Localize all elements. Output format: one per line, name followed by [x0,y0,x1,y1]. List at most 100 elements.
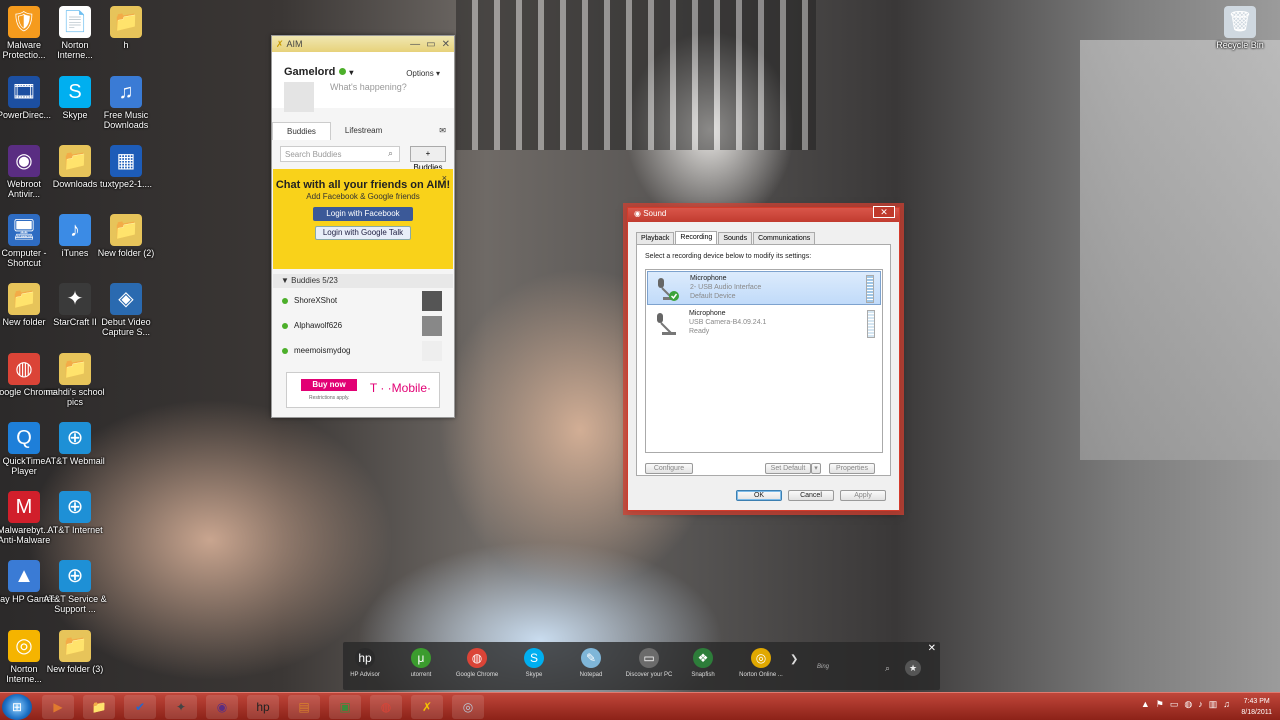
taskbar-item[interactable]: ▤ [288,695,320,719]
favorites-star-icon[interactable]: ★ [905,660,921,676]
promo-close-button[interactable]: × [442,173,447,183]
dock-item[interactable]: ◍ Google Chrome [447,648,507,678]
taskbar-item[interactable]: ◎ [452,695,484,719]
buddy-item[interactable]: meemoismydog [282,340,442,362]
dock-item[interactable]: hp HP Advisor [335,648,395,678]
start-button[interactable]: ⊞ [2,694,32,720]
taskbar-item[interactable]: 📁 [83,695,115,719]
device-status: Default Device [690,293,736,300]
desktop-icon[interactable]: ⊕ AT&T Internet [43,491,107,535]
dock-item-label: Google Chrome [455,672,499,678]
chrome-icon: ◍ [380,700,392,714]
search-icon[interactable]: ⌕ [885,663,890,674]
dock-more-arrow[interactable]: ❯ [790,654,798,665]
taskbar-item[interactable]: ▣ [329,695,361,719]
malware-protection-icon: 🛡 [8,6,40,38]
desktop-icon[interactable]: ▦ tuxtype2-1.... [94,145,158,189]
desktop-icon[interactable]: ⊕ AT&T Webmail [43,422,107,466]
tray-icon[interactable]: ▭ [1170,699,1179,710]
tab-buddies[interactable]: Buddies [272,122,331,140]
dock-item[interactable]: μ utorrent [391,648,451,678]
tmobile-ad[interactable]: Buy now Restrictions apply. T · ·Mobile· [286,372,440,408]
status-message-input[interactable]: What's happening? [322,80,442,96]
dock-item[interactable]: ❖ Snapfish [673,648,733,678]
tab-lifestream[interactable]: Lifestream [331,122,396,140]
device-name: Microphone [690,275,727,282]
taskbar-item[interactable]: ▶ [42,695,74,719]
buddy-search-input[interactable]: Search Buddies [280,146,400,162]
taskbar-item[interactable]: ✦ [165,695,197,719]
sound-title-bar[interactable]: ◉ Sound ✕ [628,206,899,222]
sound-dialog-title: Sound [643,209,667,218]
clock[interactable]: 7:43 PM 8/18/2011 [1241,696,1272,718]
desktop-icon[interactable]: ⊕ AT&T Service & Support ... [43,560,107,614]
cancel-button[interactable]: Cancel [788,490,834,501]
dock-item[interactable]: ✎ Notepad [561,648,621,678]
desktop-icon[interactable]: 📁 New folder (3) [43,630,107,674]
file-manager-icon: ▤ [298,700,310,714]
close-button[interactable]: ✕ [442,39,450,50]
tray-icon[interactable]: ⚑ [1156,699,1164,710]
online-status-icon[interactable] [339,68,347,75]
desktop-icon-label: Computer - Shortcut [1,248,47,268]
taskbar-item[interactable]: ◍ [370,695,402,719]
desktop-icon-label: Webroot Antivir... [7,179,41,199]
taskbar-item[interactable]: ✔ [124,695,156,719]
desktop-icon[interactable]: 📁 mahdi's school pics [43,353,107,407]
device-detail: 2- USB Audio Interface [690,284,762,291]
ok-button[interactable]: OK [736,490,782,501]
minimize-button[interactable]: — [410,39,420,50]
desktop-icon[interactable]: 📁 New folder (2) [94,214,158,258]
tray-icon[interactable]: ▥ [1209,699,1218,710]
set-default-dropdown[interactable]: ▾ [811,463,821,474]
buddy-item[interactable]: ShoreXShot [282,290,442,312]
desktop-icon[interactable]: 📁 h [94,6,158,50]
properties-button[interactable]: Properties [829,463,875,474]
avatar[interactable] [284,82,314,112]
desktop-icon-label: tuxtype2-1.... [99,179,153,189]
search-icon[interactable]: ⌕ [388,148,393,159]
desktop-icon[interactable]: 🗑 Recycle Bin [1208,6,1272,50]
dock-item[interactable]: ▭ Discover your PC [619,648,679,678]
device-item[interactable]: Microphone 2- USB Audio Interface Defaul… [647,271,881,305]
bing-search-input[interactable]: Bing [817,664,893,676]
microphone-icon [657,313,676,335]
dock-item[interactable]: S Skype [504,648,564,678]
username[interactable]: Gamelord ▾ [284,66,353,78]
tray-icon[interactable]: ♪ [1198,699,1203,710]
dock-item-label: Norton Online ... [739,672,783,678]
close-button[interactable]: ✕ [873,206,895,218]
mail-icon[interactable]: ✉ [431,122,454,140]
camera-app-icon: ▣ [339,700,351,714]
options-menu[interactable]: Options ▾ [406,69,440,78]
tray-icon[interactable]: ▲ [1141,699,1150,710]
set-default-button[interactable]: Set Default [765,463,811,474]
taskbar-item[interactable]: ◉ [206,695,238,719]
tray-icon[interactable]: ♫ [1223,699,1230,710]
buddies-group-header[interactable]: ▼ Buddies 5/23 [273,274,453,288]
aim-window-title: AIM [286,39,303,49]
configure-button[interactable]: Configure [645,463,693,474]
aim-title-bar[interactable]: ✗ AIM — ▭ ✕ [272,36,454,52]
apply-button[interactable]: Apply [840,490,886,501]
taskbar-item[interactable]: hp [247,695,279,719]
buy-now-button[interactable]: Buy now [301,379,357,391]
dock-item[interactable]: ◎ Norton Online ... [731,648,791,678]
login-google-talk-button[interactable]: Login with Google Talk [315,226,411,240]
add-buddies-button[interactable]: + Buddies [410,146,446,172]
maximize-button[interactable]: ▭ [426,39,435,50]
tab-recording[interactable]: Recording [675,231,718,244]
desktop-icon[interactable]: ♫ Free Music Downloads [94,76,158,130]
device-item[interactable]: Microphone USB Camera-B4.09.24.1 Ready [647,307,881,341]
login-facebook-button[interactable]: Login with Facebook [313,207,413,221]
dock-close-button[interactable]: ✕ [928,643,936,654]
taskbar-item[interactable]: ✗ [411,695,443,719]
device-list[interactable]: Microphone 2- USB Audio Interface Defaul… [645,269,883,453]
sound-dialog[interactable]: ◉ Sound ✕ Playback Recording Sounds Comm… [627,206,900,511]
aim-window[interactable]: ✗ AIM — ▭ ✕ Gamelord ▾ Options ▾ What's … [271,35,455,418]
folder-icon: 📁 [110,214,142,246]
buddy-item[interactable]: Alphawolf626 [282,315,442,337]
desktop-icon[interactable]: ◈ Debut Video Capture S... [94,283,158,337]
desktop-icon-label: Norton Interne... [6,664,42,684]
tray-icon[interactable]: ◍ [1184,699,1192,710]
